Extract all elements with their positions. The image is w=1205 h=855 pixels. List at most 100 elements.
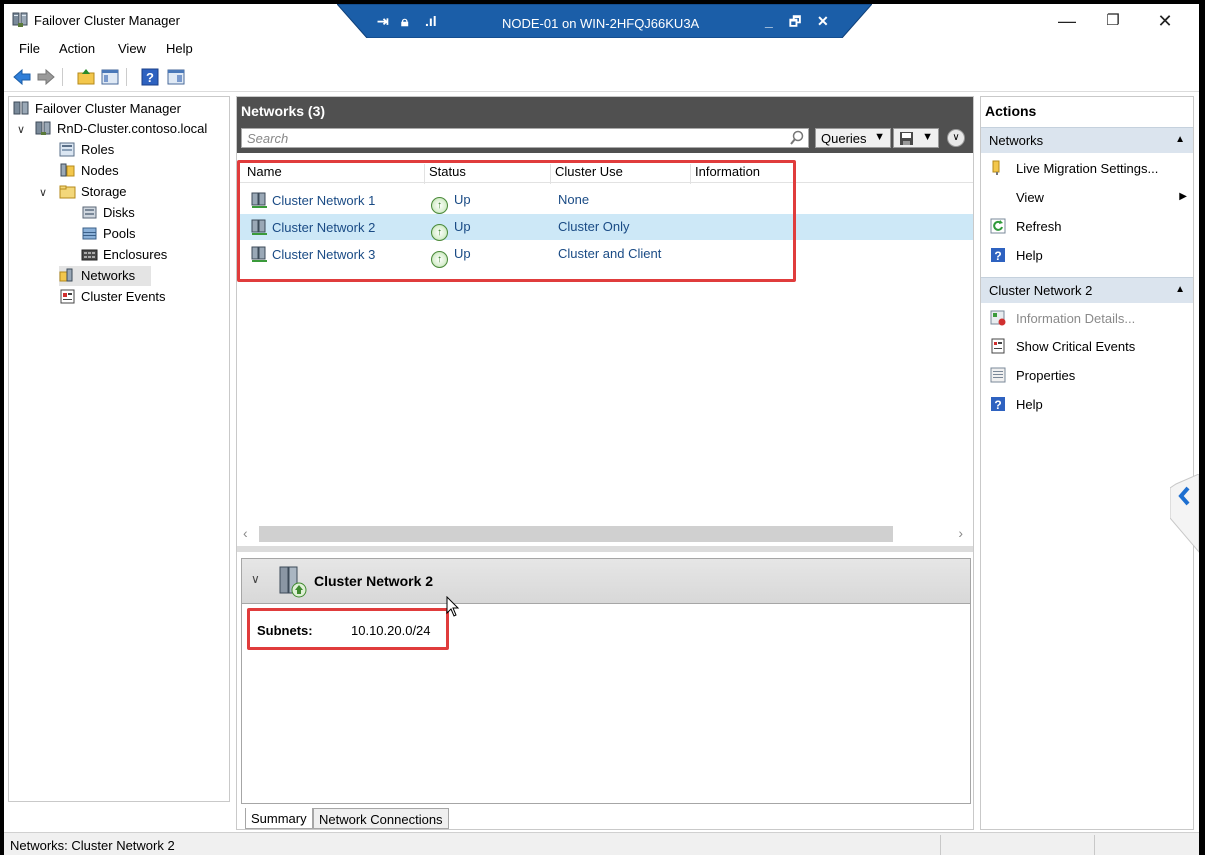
- up-folder-icon[interactable]: [76, 67, 96, 87]
- action-help-2[interactable]: ? Help: [981, 391, 1193, 419]
- tree-cluster-label: RnD-Cluster.contoso.local: [57, 121, 208, 136]
- lock-icon: 🔒︎: [401, 13, 409, 29]
- collapse-side-panel-button[interactable]: [1170, 474, 1199, 554]
- expand-collapse-search-button[interactable]: ∨: [947, 129, 965, 147]
- actions-section-networks[interactable]: Networks ▲: [981, 127, 1193, 153]
- tree-item-roles[interactable]: Roles: [59, 140, 114, 160]
- detail-title: Cluster Network 2: [314, 573, 434, 589]
- help-icon[interactable]: ?: [140, 67, 160, 87]
- menu-action[interactable]: Action: [59, 41, 95, 56]
- actions-section-cluster-network-2[interactable]: Cluster Network 2 ▲: [981, 277, 1193, 303]
- remote-close-button[interactable]: ✕: [817, 13, 829, 30]
- window-title: Failover Cluster Manager: [34, 13, 180, 28]
- tree-events-label: Cluster Events: [81, 289, 166, 304]
- back-arrow-icon[interactable]: [12, 67, 32, 87]
- scroll-left-icon[interactable]: ‹: [243, 525, 248, 541]
- action-properties[interactable]: Properties: [981, 362, 1193, 390]
- cluster-manager-icon: [12, 12, 28, 27]
- action-help[interactable]: ? Help: [981, 242, 1193, 270]
- menu-help[interactable]: Help: [166, 41, 193, 56]
- tree-item-nodes[interactable]: Nodes: [59, 161, 119, 181]
- pin-icon[interactable]: ⇥: [377, 13, 389, 30]
- menu-bar: File Action View Help: [4, 38, 1199, 60]
- tree-pools-label: Pools: [103, 226, 136, 241]
- scroll-right-icon[interactable]: ›: [958, 525, 963, 541]
- submenu-arrow-icon: ▶: [1179, 191, 1187, 202]
- chevron-down-icon[interactable]: ∨: [251, 572, 260, 586]
- section-label: Cluster Network 2: [989, 283, 1093, 298]
- cluster-icon: [35, 121, 51, 135]
- forward-arrow-icon[interactable]: [36, 67, 56, 87]
- help-icon: ?: [991, 248, 1005, 263]
- actions-title: Actions: [985, 103, 1037, 119]
- search-input[interactable]: Search: [241, 128, 809, 148]
- action-live-migration-settings[interactable]: Live Migration Settings...: [981, 155, 1193, 183]
- tree-root[interactable]: Failover Cluster Manager: [13, 99, 181, 119]
- minimize-button[interactable]: —: [1044, 8, 1090, 34]
- horizontal-scrollbar[interactable]: ‹ ›: [241, 525, 969, 543]
- tree-storage-label: Storage: [81, 184, 127, 199]
- action-label: View: [1016, 190, 1044, 205]
- remote-connection-bar: ⇥ 🔒︎ .ıl NODE-01 on WIN-2HFQJ66KU3A _ 🗗 …: [337, 4, 872, 38]
- mouse-pointer-icon: [446, 596, 460, 617]
- show-action-pane-icon[interactable]: [166, 67, 186, 87]
- svg-text:?: ?: [994, 398, 1001, 412]
- tab-network-connections[interactable]: Network Connections: [313, 808, 449, 829]
- restore-button[interactable]: ❐: [1090, 8, 1136, 34]
- cluster-network-large-icon: [279, 566, 307, 598]
- pane-title: Networks (3): [237, 97, 973, 125]
- tree-nodes-label: Nodes: [81, 163, 119, 178]
- collapse-caret-icon[interactable]: ▲: [1175, 284, 1185, 295]
- tab-summary[interactable]: Summary: [245, 808, 313, 829]
- chevron-down-icon[interactable]: ∨: [39, 186, 47, 199]
- tree-item-enclosures[interactable]: Enclosures: [81, 245, 167, 265]
- show-hide-console-tree-icon[interactable]: [100, 67, 120, 87]
- save-query-button[interactable]: ▼: [893, 128, 939, 148]
- action-view[interactable]: View ▶: [981, 184, 1193, 212]
- information-details-icon: [990, 310, 1006, 326]
- action-refresh[interactable]: Refresh: [981, 213, 1193, 241]
- chevron-down-icon[interactable]: ∨: [17, 123, 25, 136]
- tree-item-disks[interactable]: Disks: [81, 203, 135, 223]
- networks-icon: [59, 268, 73, 282]
- tree-enclosures-label: Enclosures: [103, 247, 168, 262]
- tree-item-networks[interactable]: Networks: [59, 266, 151, 286]
- action-label: Live Migration Settings...: [1016, 161, 1159, 176]
- action-label: Help: [1016, 397, 1043, 412]
- action-label: Refresh: [1016, 219, 1062, 234]
- signal-strength-icon: .ıl: [425, 13, 437, 29]
- remote-restore-button[interactable]: 🗗: [789, 13, 801, 35]
- search-icon[interactable]: [789, 130, 805, 146]
- actions-pane: Actions Networks ▲ Live Migration Settin…: [980, 96, 1194, 830]
- save-icon: [900, 132, 913, 145]
- status-divider: [1094, 835, 1095, 855]
- critical-events-icon: [991, 338, 1005, 354]
- pane-splitter[interactable]: [237, 546, 973, 552]
- menu-view[interactable]: View: [118, 41, 146, 56]
- tree-item-cluster[interactable]: RnD-Cluster.contoso.local: [35, 119, 207, 139]
- remote-session-title: NODE-01 on WIN-2HFQJ66KU3A: [502, 16, 700, 31]
- properties-icon: [990, 367, 1006, 383]
- action-show-critical-events[interactable]: Show Critical Events: [981, 333, 1193, 361]
- collapse-caret-icon[interactable]: ▲: [1175, 134, 1185, 145]
- live-migration-icon: [992, 160, 1000, 175]
- remote-minimize-button[interactable]: _: [765, 13, 773, 29]
- status-divider: [940, 835, 941, 855]
- menu-file[interactable]: File: [19, 41, 40, 56]
- action-label: Information Details...: [1016, 311, 1136, 326]
- app-window: Failover Cluster Manager — ❐ ✕ ⇥ 🔒︎ .ıl …: [4, 4, 1199, 855]
- svg-text:?: ?: [994, 249, 1001, 263]
- close-button[interactable]: ✕: [1142, 8, 1188, 34]
- tree-disks-label: Disks: [103, 205, 135, 220]
- chevron-down-icon: ∨: [952, 132, 960, 143]
- action-information-details[interactable]: Information Details...: [981, 305, 1193, 333]
- pools-icon: [82, 227, 97, 240]
- search-toolbar: Search Queries ▼ ▼ ∨: [237, 125, 973, 153]
- queries-dropdown[interactable]: Queries ▼: [815, 128, 891, 148]
- disks-icon: [82, 206, 97, 219]
- scrollbar-thumb[interactable]: [259, 526, 893, 542]
- tree-item-cluster-events[interactable]: Cluster Events: [59, 287, 166, 307]
- tree-item-pools[interactable]: Pools: [81, 224, 136, 244]
- tree-item-storage[interactable]: Storage: [59, 182, 127, 202]
- status-text: Networks: Cluster Network 2: [10, 838, 175, 853]
